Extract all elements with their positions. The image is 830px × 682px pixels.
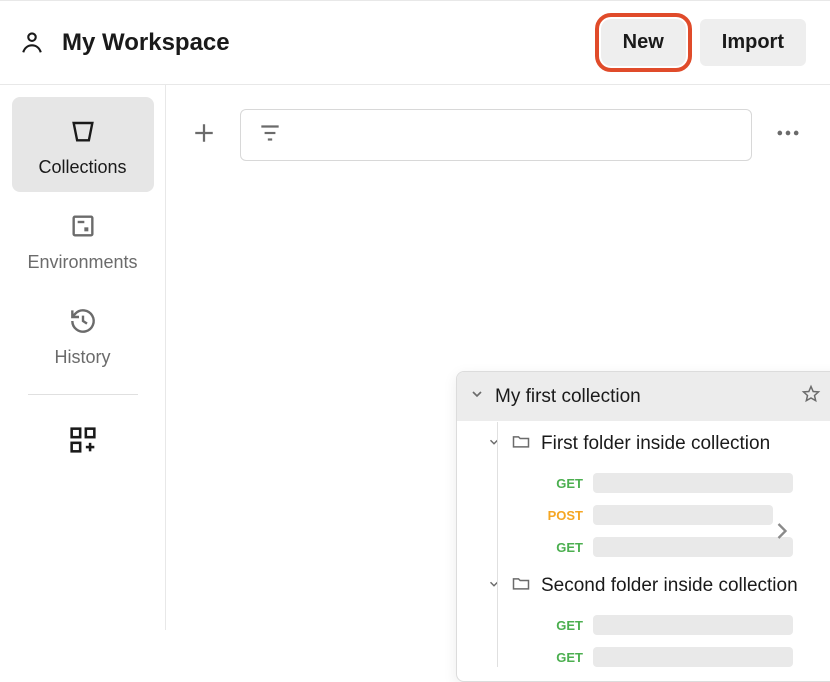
chevron-right-icon[interactable] [768, 517, 796, 550]
folder-icon [511, 431, 531, 457]
collection-name: My first collection [495, 386, 787, 408]
user-icon[interactable] [18, 29, 46, 57]
filter-icon [257, 120, 283, 151]
request-name-placeholder [593, 505, 773, 525]
collections-icon [67, 115, 99, 147]
sidebar-item-add-view[interactable] [12, 423, 154, 457]
method-badge: GET [543, 540, 583, 555]
request-name-placeholder [593, 615, 793, 635]
chevron-down-icon[interactable] [469, 386, 485, 407]
folder-icon [511, 573, 531, 599]
sidebar-item-history[interactable]: History [12, 287, 154, 382]
header-bar: My Workspace New Import [0, 1, 830, 85]
history-icon [67, 305, 99, 337]
method-badge: GET [543, 650, 583, 665]
chevron-down-icon[interactable] [487, 433, 501, 455]
tree-rail [497, 422, 498, 667]
request-row[interactable]: GET [457, 609, 830, 641]
folder-row[interactable]: First folder inside collection [457, 421, 830, 467]
grid-plus-icon [66, 423, 100, 457]
workspace-title[interactable]: My Workspace [62, 29, 230, 57]
environments-icon [67, 210, 99, 242]
sidebar-divider [28, 394, 138, 395]
sidebar-item-label: Environments [27, 252, 137, 273]
more-horizontal-icon [774, 119, 802, 152]
request-row[interactable]: GET [457, 467, 830, 499]
sidebar-item-label: Collections [38, 157, 126, 178]
request-name-placeholder [593, 647, 793, 667]
folder-name: Second folder inside collection [541, 575, 798, 597]
plus-icon [189, 118, 219, 153]
method-badge: GET [543, 618, 583, 633]
sidebar-item-label: History [54, 347, 110, 368]
add-collection-button[interactable] [182, 113, 226, 157]
body: Collections Environments History [0, 85, 830, 630]
toolbar-more-button[interactable] [766, 113, 810, 157]
collection-header[interactable]: My first collection [457, 372, 830, 421]
star-icon[interactable] [797, 382, 825, 411]
import-button[interactable]: Import [700, 19, 806, 66]
folder-name: First folder inside collection [541, 433, 770, 455]
method-badge: GET [543, 476, 583, 491]
sidebar-item-collections[interactable]: Collections [12, 97, 154, 192]
filter-input[interactable] [240, 109, 752, 161]
request-name-placeholder [593, 473, 793, 493]
method-badge: POST [543, 508, 583, 523]
folder-row[interactable]: Second folder inside collection [457, 563, 830, 609]
request-row[interactable]: GET [457, 641, 830, 681]
request-name-placeholder [593, 537, 793, 557]
collections-toolbar [166, 85, 830, 161]
header-left: My Workspace [18, 29, 230, 57]
new-button[interactable]: New [601, 19, 686, 66]
chevron-down-icon[interactable] [487, 575, 501, 597]
header-actions: New Import [601, 19, 806, 66]
main-panel: My first collection [166, 85, 830, 630]
sidebar-item-environments[interactable]: Environments [12, 192, 154, 287]
sidebar: Collections Environments History [0, 85, 166, 630]
